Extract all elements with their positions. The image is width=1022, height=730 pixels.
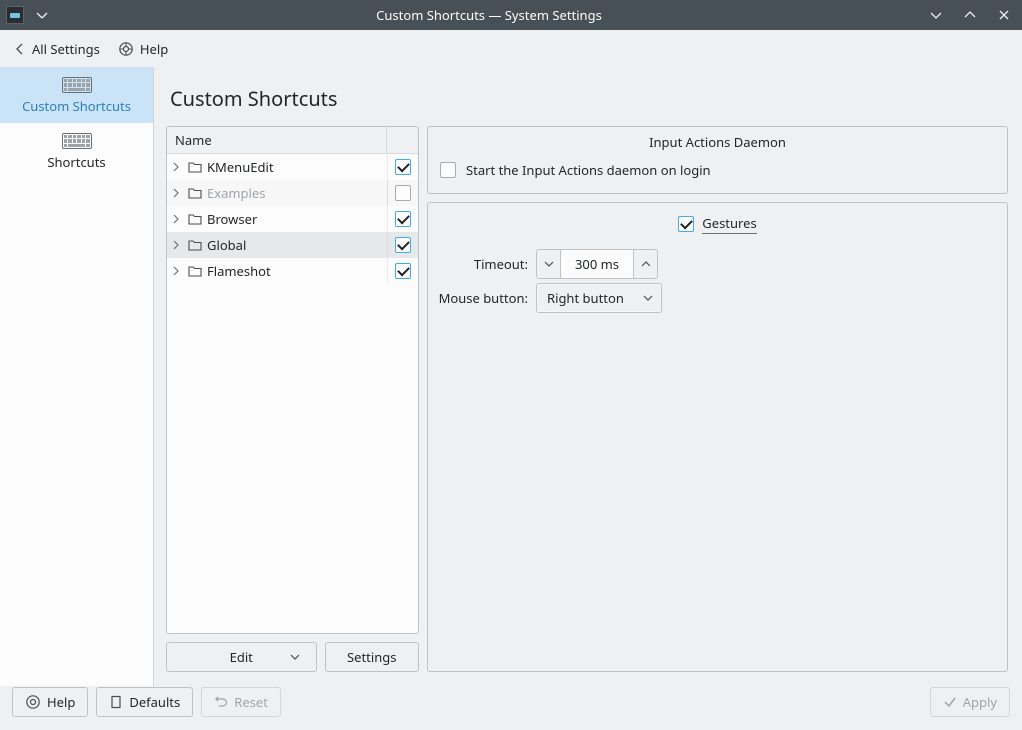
start-daemon-label[interactable]: Start the Input Actions daemon on login (466, 161, 711, 179)
daemon-group: Input Actions Daemon Start the Input Act… (427, 126, 1008, 194)
sidebar-item-shortcuts[interactable]: Shortcuts (0, 123, 153, 179)
all-settings-label: All Settings (32, 40, 100, 58)
close-button[interactable] (994, 5, 1014, 25)
timeout-spinner[interactable]: 300 ms (536, 249, 658, 279)
timeout-label: Timeout: (436, 255, 528, 273)
tree-row-label: Flameshot (205, 262, 387, 280)
sidebar: Custom Shortcuts Shortcuts (0, 67, 154, 686)
tree-row-label: Browser (205, 210, 387, 228)
reset-button: Reset (201, 687, 281, 717)
window-title: Custom Shortcuts — System Settings (52, 6, 926, 24)
folder-icon (185, 265, 205, 277)
settings-label: Settings (347, 648, 396, 666)
edit-button[interactable]: Edit (166, 642, 317, 672)
mouse-button-value: Right button (547, 289, 624, 307)
sidebar-item-label: Custom Shortcuts (22, 97, 131, 115)
gestures-checkbox[interactable] (678, 216, 694, 232)
timeout-decrease[interactable] (536, 249, 561, 279)
expand-icon[interactable] (167, 266, 185, 276)
folder-icon (185, 187, 205, 199)
apply-label: Apply (963, 693, 997, 711)
tree-row-checkbox[interactable] (395, 159, 411, 175)
tree-row-label: KMenuEdit (205, 158, 387, 176)
undo-icon (214, 695, 228, 709)
shortcut-tree[interactable]: Name KMenuEdit Examples Browser Global Flame… (166, 126, 419, 634)
chevron-down-icon (544, 259, 554, 269)
settings-button[interactable]: Settings (325, 642, 420, 672)
footer: Help Defaults Reset Apply (0, 686, 1022, 730)
mouse-button-label: Mouse button: (436, 289, 528, 307)
expand-icon[interactable] (167, 214, 185, 224)
all-settings-button[interactable]: All Settings (14, 40, 100, 58)
chevron-up-icon (641, 259, 651, 269)
minimize-button[interactable] (926, 5, 946, 25)
gestures-group: Gestures Timeout: 300 ms (427, 202, 1008, 672)
pin-icon[interactable] (32, 5, 52, 25)
chevron-down-icon (643, 293, 653, 303)
tree-header-name[interactable]: Name (167, 127, 387, 153)
gestures-label[interactable]: Gestures (702, 214, 756, 234)
start-daemon-checkbox[interactable] (440, 162, 456, 178)
tree-row-checkbox[interactable] (395, 211, 411, 227)
tree-header: Name (167, 127, 418, 154)
folder-icon (185, 161, 205, 173)
titlebar: Custom Shortcuts — System Settings (0, 0, 1022, 30)
expand-icon[interactable] (167, 240, 185, 250)
tree-row[interactable]: KMenuEdit (167, 154, 418, 180)
help-ring-icon (25, 694, 41, 710)
keyboard-icon (62, 133, 92, 149)
help-label: Help (47, 693, 75, 711)
sidebar-item-custom-shortcuts[interactable]: Custom Shortcuts (0, 67, 153, 123)
folder-icon (185, 213, 205, 225)
tree-row[interactable]: Browser (167, 206, 418, 232)
timeout-increase[interactable] (633, 249, 658, 279)
edit-label: Edit (230, 648, 253, 666)
tree-header-check (387, 127, 418, 153)
mouse-button-combo[interactable]: Right button (536, 283, 662, 313)
help-ring-icon (118, 41, 134, 57)
toolbar-help-label: Help (140, 40, 168, 58)
reset-label: Reset (234, 693, 268, 711)
check-icon (943, 695, 957, 709)
tree-row-checkbox[interactable] (395, 185, 411, 201)
chevron-left-icon (14, 42, 26, 56)
daemon-group-title: Input Actions Daemon (428, 127, 1007, 157)
sidebar-item-label: Shortcuts (47, 153, 105, 171)
defaults-button[interactable]: Defaults (96, 687, 193, 717)
folder-icon (185, 239, 205, 251)
toolbar: All Settings Help (0, 30, 1022, 67)
toolbar-help-button[interactable]: Help (118, 40, 168, 58)
tree-row-label: Global (205, 236, 387, 254)
tree-row-checkbox[interactable] (395, 237, 411, 253)
chevron-down-icon (290, 652, 300, 662)
apply-button: Apply (930, 687, 1010, 717)
expand-icon[interactable] (167, 188, 185, 198)
defaults-label: Defaults (129, 693, 180, 711)
tree-row[interactable]: Flameshot (167, 258, 418, 284)
tree-row-label: Examples (205, 184, 387, 202)
expand-icon[interactable] (167, 162, 185, 172)
keyboard-icon (62, 77, 92, 93)
maximize-button[interactable] (960, 5, 980, 25)
tree-row[interactable]: Global (167, 232, 418, 258)
tree-row-checkbox[interactable] (395, 263, 411, 279)
timeout-value[interactable]: 300 ms (561, 249, 633, 279)
tree-row[interactable]: Examples (167, 180, 418, 206)
app-icon (6, 6, 24, 24)
help-button[interactable]: Help (12, 687, 88, 717)
page-heading: Custom Shortcuts (166, 81, 1008, 116)
document-icon (109, 695, 123, 709)
